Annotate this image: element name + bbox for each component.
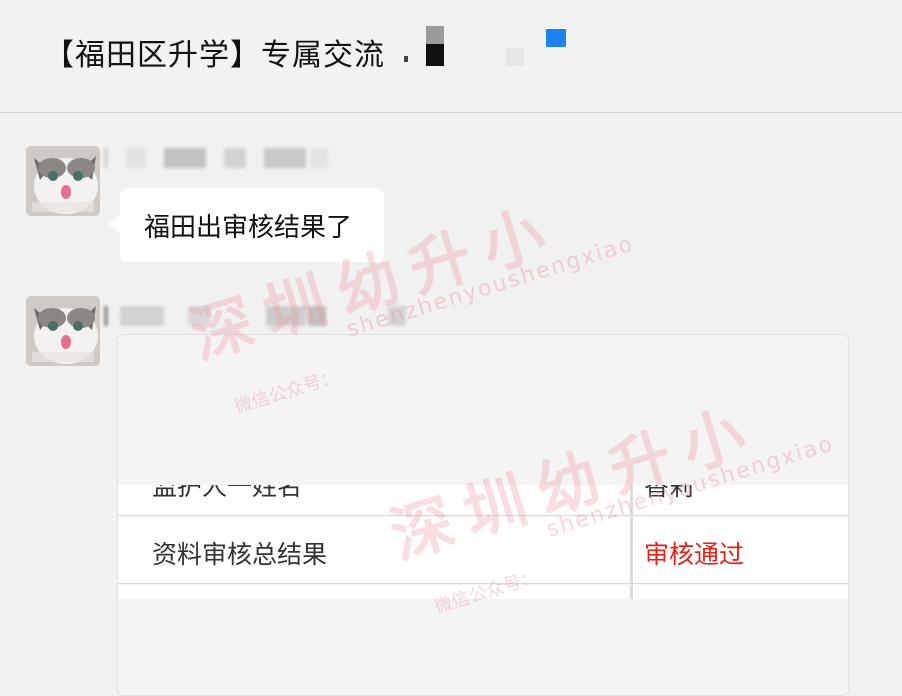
sender-name-obscured — [104, 306, 406, 326]
avatar[interactable] — [26, 296, 100, 366]
blue-marker — [546, 29, 566, 47]
table-row: 监护人一姓名 香莉 — [118, 485, 848, 516]
chat-title: 【福田区升学】专属交流 — [44, 38, 385, 73]
sender-name-obscured — [104, 148, 334, 168]
cat-avatar-icon — [26, 146, 100, 216]
watermark-pinyin: shenzhenyoushengxiao — [343, 231, 638, 343]
table-cell-value: 香莉 — [644, 485, 695, 501]
chat-header: 【福田区升学】专属交流 — [0, 0, 902, 113]
column-divider — [630, 517, 633, 583]
column-divider — [630, 485, 633, 515]
avatar[interactable] — [26, 146, 100, 216]
table-row: 资料审核总结果 审核通过 — [118, 517, 848, 584]
table-cell-label: 监护人一姓名 — [152, 485, 303, 501]
table-cell-label: 资料审核总结果 — [152, 540, 328, 569]
table-row — [118, 585, 848, 599]
cat-avatar-icon — [26, 296, 100, 366]
table-cell-value: 审核通过 — [644, 540, 745, 569]
column-divider — [630, 585, 633, 599]
message-text: 福田出审核结果了 — [144, 212, 353, 243]
message-bubble[interactable]: 福田出审核结果了 — [108, 188, 384, 262]
shared-image-card[interactable]: 监护人一姓名 香莉 资料审核总结果 审核通过 — [117, 334, 849, 696]
